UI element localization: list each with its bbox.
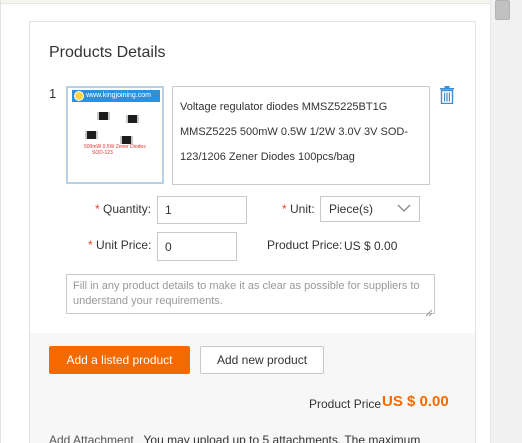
add-new-product-button[interactable]: Add new product [200, 346, 324, 374]
resize-grip-icon[interactable] [425, 304, 433, 317]
section-title: Products Details [49, 44, 166, 61]
thumbnail-caption: SOD-123 [92, 150, 113, 156]
attachment-row: Add Attachment You may upload up to 5 at… [49, 433, 420, 443]
diode-chip [126, 115, 139, 123]
unit-select[interactable]: Piece(s) [320, 196, 420, 222]
product-price-value: US $ 0.00 [344, 239, 398, 253]
scrollbar-thumb[interactable] [495, 0, 510, 20]
page: Products Details 1 www.kingjoining.com 5… [0, 0, 522, 443]
quantity-input[interactable]: 1 [157, 196, 247, 224]
left-border [0, 0, 1, 443]
product-price-label: Product Price: [267, 238, 343, 252]
site-logo-icon [74, 91, 84, 101]
add-listed-product-button[interactable]: Add a listed product [49, 346, 190, 374]
trash-icon[interactable] [439, 86, 455, 105]
unit-label: Unit: [282, 202, 315, 216]
product-description-box[interactable]: Voltage regulator diodes MMSZ5225BT1G MM… [172, 86, 430, 185]
unit-price-label: Unit Price: [88, 238, 151, 252]
diode-chip [85, 131, 98, 139]
add-attachment-link[interactable]: Add Attachment [49, 433, 134, 443]
top-strip [0, 0, 490, 4]
quantity-label: Quantity: [95, 202, 151, 216]
product-thumbnail[interactable]: www.kingjoining.com 500mW 0.5W Zener Dio… [66, 86, 164, 184]
diode-chip [97, 112, 110, 120]
attachment-hint: You may upload up to 5 attachments. The … [143, 433, 421, 443]
chevron-down-icon [397, 202, 411, 214]
product-details-textarea[interactable]: Fill in any product details to make it a… [66, 274, 435, 314]
diode-chip [120, 136, 133, 144]
unit-select-value: Piece(s) [329, 202, 374, 216]
item-index: 1 [49, 86, 57, 101]
total-price-label: Product Price [309, 397, 382, 411]
scrollbar-track[interactable] [490, 0, 522, 443]
unit-price-input[interactable]: 0 [157, 232, 237, 261]
thumbnail-site-banner: www.kingjoining.com [72, 90, 160, 102]
total-price-value: US $ 0.00 [382, 393, 449, 410]
